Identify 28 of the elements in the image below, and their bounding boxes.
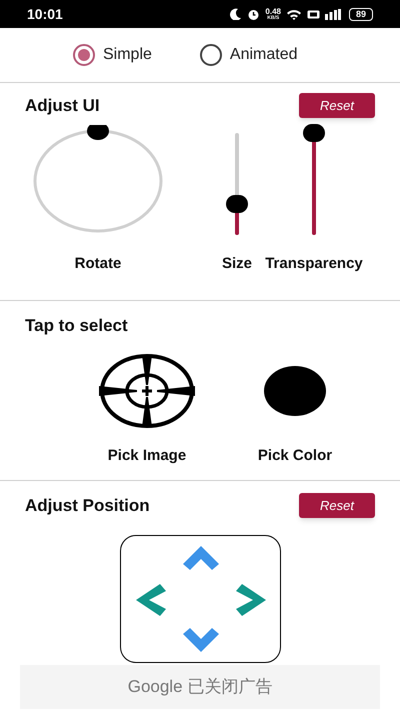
- control-label: Rotate: [74, 254, 122, 274]
- slider-thumb[interactable]: [303, 124, 325, 142]
- reset-button[interactable]: Reset: [299, 493, 375, 518]
- slider-thumb[interactable]: [226, 194, 248, 213]
- status-time: 10:01: [27, 4, 63, 24]
- battery-level: 89: [348, 8, 373, 20]
- pick-option[interactable]: Pick Color: [245, 350, 345, 467]
- down-arrow-icon[interactable]: [181, 626, 221, 654]
- left-arrow-icon[interactable]: [134, 582, 168, 618]
- right-arrow-icon[interactable]: [234, 582, 268, 618]
- section-title: Tap to select: [25, 315, 128, 337]
- reset-button[interactable]: Reset: [299, 93, 375, 118]
- network-speed: 0.48: [265, 8, 281, 16]
- control-label: Transparency: [265, 254, 363, 274]
- alarm-icon: [247, 8, 260, 20]
- pick-option[interactable]: Pick Image: [97, 350, 197, 467]
- control-label: Size: [222, 254, 252, 274]
- dial-thumb[interactable]: [87, 124, 109, 140]
- up-arrow-icon[interactable]: [181, 544, 221, 572]
- signal-icon: [324, 8, 341, 20]
- moon-icon: [230, 8, 242, 20]
- radio-option[interactable]: Simple: [73, 43, 152, 67]
- section-title: Adjust Position: [25, 495, 150, 517]
- ad-text: Google 已关闭广告: [128, 676, 272, 698]
- wifi-icon: [286, 8, 302, 20]
- section-title: Adjust UI: [25, 95, 100, 117]
- hd-icon: [306, 10, 320, 18]
- radio-option[interactable]: Animated: [200, 43, 298, 67]
